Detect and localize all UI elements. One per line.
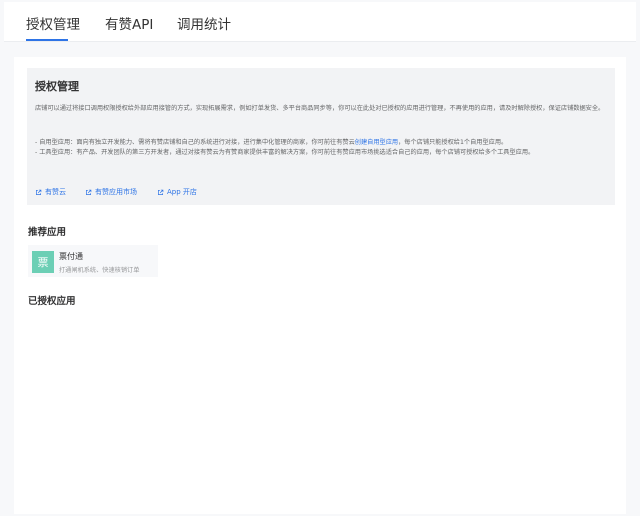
link-label: 有赞应用市场 xyxy=(95,188,137,196)
self-use-app-text: - 自用型应用：面向有独立开发能力、需将有赞店铺和自己的系统进行对接，进行集中化… xyxy=(35,139,355,146)
authorized-apps-title: 已授权应用 xyxy=(28,296,76,307)
main-panel: 授权管理 店铺可以通过将接口调用权限授权给外部应用接管的方式，实现拓展需求，例如… xyxy=(14,57,626,514)
external-link-icon xyxy=(158,189,164,195)
authorization-page: 授权管理 有赞API 调用统计 授权管理 店铺可以通过将接口调用权限授权给外部应… xyxy=(4,2,636,514)
active-tab-indicator xyxy=(26,39,68,41)
create-self-use-app-link[interactable]: 创建自用型应用 xyxy=(355,139,398,146)
tool-app-description: - 工具型应用：有产品、开发团队的第三方开发者，通过对接有赞云为有赞商家提供丰富… xyxy=(35,149,535,156)
app-store-link[interactable]: App 开店 xyxy=(157,187,197,197)
tab-youzan-api[interactable]: 有赞API xyxy=(105,13,153,33)
link-label: 有赞云 xyxy=(45,188,66,196)
external-link-icon xyxy=(36,189,42,195)
link-label: App 开店 xyxy=(167,188,197,196)
tab-authorization-management[interactable]: 授权管理 xyxy=(26,13,80,33)
info-app-types: - 自用型应用：面向有独立开发能力、需将有赞店铺和自己的系统进行对接，进行集中化… xyxy=(35,138,607,158)
info-box: 授权管理 店铺可以通过将接口调用权限授权给外部应用接管的方式，实现拓展需求，例如… xyxy=(27,68,615,205)
app-description: 打通闸机系统、快速核销订单 xyxy=(59,267,140,274)
app-icon: 票 xyxy=(32,251,54,273)
info-title: 授权管理 xyxy=(35,80,79,93)
tab-bar: 授权管理 有赞API 调用统计 xyxy=(4,2,636,42)
youzan-cloud-link[interactable]: 有赞云 xyxy=(35,187,66,197)
external-link-icon xyxy=(86,189,92,195)
recommended-apps-title: 推荐应用 xyxy=(28,227,67,238)
self-use-app-text-suffix: ，每个店铺只能授权给1个自用型应用。 xyxy=(398,139,508,146)
app-name: 票付通 xyxy=(59,252,83,261)
app-card[interactable]: 票 票付通 打通闸机系统、快速核销订单 xyxy=(28,245,158,277)
app-market-link[interactable]: 有赞应用市场 xyxy=(85,187,137,197)
info-paragraph: 店铺可以通过将接口调用权限授权给外部应用接管的方式，实现拓展需求，例如打单发货、… xyxy=(35,105,605,112)
self-use-app-description: - 自用型应用：面向有独立开发能力、需将有赞店铺和自己的系统进行对接，进行集中化… xyxy=(35,138,607,148)
tab-call-statistics[interactable]: 调用统计 xyxy=(177,13,231,33)
